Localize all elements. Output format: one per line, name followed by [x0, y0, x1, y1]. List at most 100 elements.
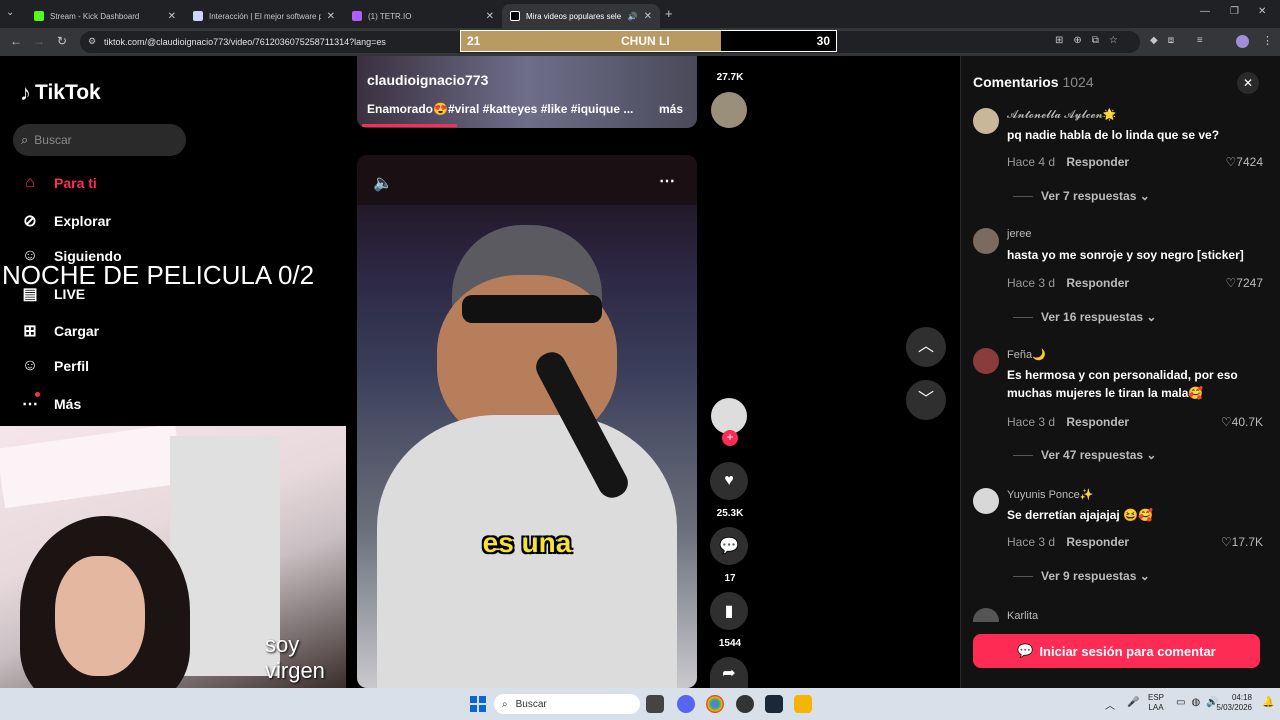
comment-user[interactable]: Yuyunis Ponce✨: [1007, 488, 1093, 501]
nav-label: Cargar: [54, 323, 100, 339]
previous-video-card[interactable]: claudioignacio773 Enamorado😍#viral #katt…: [357, 56, 697, 128]
audio-icon[interactable]: 🔊: [628, 12, 638, 21]
tab-tiktok[interactable]: Mira videos populares sele 🔊 ✕: [502, 4, 660, 28]
extension-icons[interactable]: ◆⧈ ≡: [1150, 35, 1213, 46]
nav-para-ti[interactable]: ⌂ Para ti: [20, 174, 97, 192]
tiktok-logo-text: TikTok: [35, 81, 101, 104]
likes-count: 40.7K: [1231, 415, 1263, 429]
site-info-icon[interactable]: ⚙: [88, 36, 96, 47]
steam-icon[interactable]: [765, 695, 783, 713]
comment-likes[interactable]: ♡7247: [1226, 276, 1263, 290]
save-button[interactable]: ▮: [710, 592, 748, 630]
overlay-left-value: 21: [467, 34, 481, 48]
share-button[interactable]: ➦: [710, 657, 748, 688]
close-window-icon[interactable]: ✕: [1258, 6, 1266, 17]
login-to-comment-button[interactable]: 💬 Iniciar sesión para comentar: [973, 634, 1260, 668]
volume-icon[interactable]: 🔈: [373, 173, 393, 193]
video-player[interactable]: 🔈 ⋯ es una: [357, 155, 697, 688]
reply-button[interactable]: Responder: [1066, 155, 1129, 169]
comment-user[interactable]: 𝓐𝓷𝓽𝓸𝓷𝓮𝓵𝓵𝓪 𝓐𝔂𝓵𝓬𝓮𝓷🌟: [1007, 108, 1117, 122]
site-favicon-icon: [193, 11, 203, 21]
nav-mas[interactable]: ⋯ Más: [20, 394, 81, 414]
nav-perfil[interactable]: ☺ Perfil: [20, 357, 89, 375]
tray-chevron-icon[interactable]: ︿: [1105, 697, 1115, 712]
forward-icon[interactable]: →: [33, 34, 45, 48]
app-icon[interactable]: [794, 695, 812, 713]
view-replies-button[interactable]: Ver 47 respuestas ⌄: [1013, 448, 1156, 462]
profile-avatar[interactable]: [1236, 35, 1249, 48]
health-bar-overlay: 21 CHUN LI 30: [460, 30, 837, 52]
tab-tetrio[interactable]: (1) TETR.IO ✕: [344, 4, 502, 28]
tiktok-logo[interactable]: ♪ TikTok: [20, 80, 101, 106]
progress-bar[interactable]: [362, 124, 457, 127]
comment-meta: Hace 3 d Responder: [1007, 276, 1129, 290]
prev-video-author[interactable]: claudioignacio773: [367, 72, 488, 88]
discord-icon[interactable]: [677, 695, 695, 713]
more-options-icon[interactable]: ⋯: [659, 171, 675, 191]
close-icon[interactable]: ✕: [1237, 72, 1259, 94]
comment-user[interactable]: jeree: [1007, 228, 1031, 240]
clock-date: 5/03/2026: [1216, 703, 1252, 712]
reply-button[interactable]: Responder: [1066, 535, 1129, 549]
reply-button[interactable]: Responder: [1066, 415, 1129, 429]
notification-bell-icon[interactable]: 🔔: [1262, 697, 1274, 708]
avatar[interactable]: [973, 488, 999, 514]
new-tab-icon[interactable]: +: [665, 6, 673, 21]
restore-icon[interactable]: ❐: [1230, 6, 1239, 17]
language-indicator[interactable]: ESP LAA: [1148, 693, 1164, 713]
more-link[interactable]: más: [659, 102, 683, 116]
avatar[interactable]: [973, 228, 999, 254]
task-view-icon[interactable]: [646, 695, 664, 713]
bookmark-icon: ▮: [724, 603, 734, 620]
view-replies-button[interactable]: Ver 16 respuestas ⌄: [1013, 310, 1156, 324]
likes-count: 17.7K: [1231, 535, 1263, 549]
browser-action-icons[interactable]: ⊞⊕⧉☆: [1055, 35, 1128, 46]
minimize-icon[interactable]: —: [1200, 6, 1210, 17]
taskbar-search[interactable]: ⌕ Buscar: [494, 694, 640, 714]
chrome-icon[interactable]: [706, 695, 724, 713]
like-button[interactable]: ♥: [710, 462, 748, 500]
mic-icon[interactable]: 🎤: [1127, 697, 1139, 708]
comment-meta: Hace 3 d Responder: [1007, 535, 1129, 549]
close-icon[interactable]: ✕: [486, 11, 494, 22]
obs-icon[interactable]: [736, 695, 754, 713]
follow-plus-icon[interactable]: +: [722, 430, 738, 446]
reload-icon[interactable]: ↻: [57, 34, 67, 48]
like-count: 25.3K: [716, 508, 744, 519]
comment-likes[interactable]: ♡17.7K: [1221, 535, 1263, 549]
overlay-name: CHUN LI: [621, 34, 670, 48]
poster: [0, 426, 184, 509]
back-icon[interactable]: ←: [10, 34, 22, 48]
close-icon[interactable]: ✕: [168, 11, 176, 22]
start-icon[interactable]: [470, 696, 486, 712]
chevron-up-icon[interactable]: ︿: [906, 327, 946, 367]
reply-button[interactable]: Responder: [1066, 276, 1129, 290]
comment-user[interactable]: Feña🌙: [1007, 348, 1046, 361]
comment-button[interactable]: 💬: [710, 527, 748, 565]
view-replies-button[interactable]: Ver 7 respuestas ⌄: [1013, 189, 1150, 203]
avatar[interactable]: [973, 608, 999, 622]
chevron-down-icon[interactable]: ﹀: [906, 380, 946, 420]
avatar[interactable]: [973, 108, 999, 134]
comment-likes[interactable]: ♡7424: [1226, 155, 1263, 169]
comment-item: jeree hasta yo me sonroje y soy negro [s…: [973, 228, 1263, 338]
close-icon[interactable]: ✕: [644, 11, 652, 22]
nav-explorar[interactable]: ⊘ Explorar: [20, 211, 111, 231]
author-avatar[interactable]: [711, 398, 747, 434]
face: [55, 556, 145, 676]
nav-cargar[interactable]: ⊞ Cargar: [20, 321, 99, 341]
comment-user[interactable]: Karlita: [1007, 610, 1038, 622]
clock[interactable]: 04:18 5/03/2026: [1212, 693, 1252, 713]
search-input[interactable]: ⌕ Buscar: [13, 124, 186, 156]
comment-likes[interactable]: ♡40.7K: [1221, 415, 1263, 429]
tab-list-icon[interactable]: ⌄: [6, 7, 14, 18]
lang-line1: ESP: [1148, 693, 1165, 702]
close-icon[interactable]: ✕: [327, 11, 335, 22]
tab-kick[interactable]: Stream - Kick Dashboard ✕: [26, 4, 184, 28]
comment-time: Hace 3 d: [1007, 415, 1056, 429]
menu-icon[interactable]: ⋮: [1262, 34, 1273, 47]
tab-interaccion[interactable]: Interacción | El mejor software p ✕: [185, 4, 343, 28]
avatar[interactable]: [973, 348, 999, 374]
prev-author-avatar[interactable]: [711, 92, 747, 128]
view-replies-button[interactable]: Ver 9 respuestas ⌄: [1013, 569, 1150, 583]
